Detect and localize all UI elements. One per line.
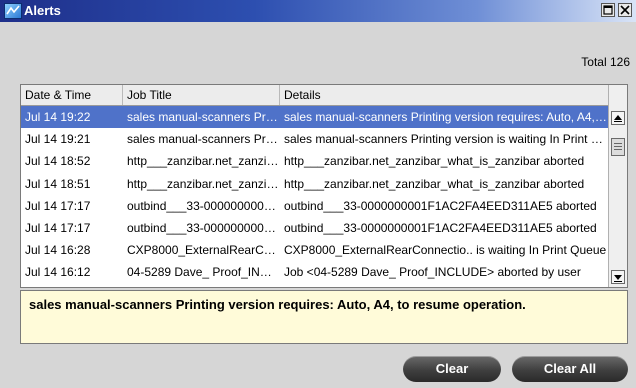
vertical-scrollbar[interactable] xyxy=(608,85,627,287)
table-row[interactable]: Jul 14 18:51 http___zanzibar.net_zanziba… xyxy=(21,173,608,195)
cell-date: Jul 14 16:12 xyxy=(25,265,91,280)
column-header-date[interactable]: Date & Time xyxy=(21,85,123,105)
cell-date: Jul 14 18:52 xyxy=(25,154,91,169)
cell-date: Jul 14 17:17 xyxy=(25,198,91,213)
cell-job-title: sales manual-scanners Printing version r… xyxy=(127,110,280,124)
title-bar[interactable]: Alerts xyxy=(0,0,636,22)
cell-details: http___zanzibar.net_zanzibar_what_is_zan… xyxy=(284,154,585,169)
table-row[interactable]: Jul 14 18:52 http___zanzibar.net_zanziba… xyxy=(21,150,608,172)
alerts-table[interactable]: Date & Time Job Title Details Jul 14 19:… xyxy=(20,84,628,288)
cell-date: Jul 14 16:28 xyxy=(25,243,91,258)
total-count: Total 126 xyxy=(581,55,630,69)
table-row[interactable]: Jul 14 17:17 outbind___33-0000000001F1AC… xyxy=(21,217,608,239)
table-row[interactable]: Jul 14 17:17 outbind___33-0000000001F1AC… xyxy=(21,195,608,217)
cell-job-title: outbind___33-0000000001F1AC2FA4EED311AE5 xyxy=(127,220,280,235)
cell-details: sales manual-scanners Printing version r… xyxy=(284,110,608,124)
cell-details: sales manual-scanners Printing version i… xyxy=(284,132,608,147)
table-row[interactable]: Jul 14 19:21 sales manual-scanners Print… xyxy=(21,128,608,150)
cell-job-title: sales manual-scanners Printing version xyxy=(127,132,280,147)
cell-job-title: outbind___33-0000000001F1AC2FA4EED311AE5 xyxy=(127,198,280,213)
restore-icon[interactable] xyxy=(601,3,615,17)
cell-job-title: http___zanzibar.net_zanzibar_what_is_zan… xyxy=(127,176,280,191)
scroll-up-icon[interactable] xyxy=(611,111,625,125)
cell-date: Jul 14 18:51 xyxy=(25,176,91,191)
cell-details: outbind___33-0000000001F1AC2FA4EED311AE5… xyxy=(284,220,597,235)
clear-button[interactable]: Clear xyxy=(403,356,501,382)
table-rows: Jul 14 19:22 sales manual-scanners Print… xyxy=(21,106,608,284)
window-title: Alerts xyxy=(24,3,61,18)
cell-job-title: 04-5289 Dave_ Proof_INCLUDE xyxy=(127,265,280,280)
cell-job-title: CXP8000_ExternalRearConnection xyxy=(127,243,280,258)
cell-date: Jul 14 17:17 xyxy=(25,220,91,235)
cell-details: http___zanzibar.net_zanzibar_what_is_zan… xyxy=(284,176,585,191)
table-header: Date & Time Job Title Details xyxy=(21,85,608,106)
table-row[interactable]: Jul 14 16:28 CXP8000_ExternalRearConnect… xyxy=(21,239,608,261)
column-header-job-title[interactable]: Job Title xyxy=(123,85,280,105)
table-row[interactable]: Jul 14 19:22 sales manual-scanners Print… xyxy=(21,106,608,129)
cell-date: Jul 14 19:22 xyxy=(25,110,91,124)
cell-details: Job <04-5289 Dave_ Proof_INCLUDE> aborte… xyxy=(284,265,581,280)
cell-details: outbind___33-0000000001F1AC2FA4EED311AE5… xyxy=(284,198,597,213)
alerts-app-icon xyxy=(4,3,22,19)
clear-all-button[interactable]: Clear All xyxy=(512,356,628,382)
cell-job-title: http___zanzibar.net_zanzibar_what_is_zan… xyxy=(127,154,280,169)
cell-date: Jul 14 19:21 xyxy=(25,132,91,147)
scroll-down-icon[interactable] xyxy=(611,270,625,284)
column-header-details[interactable]: Details xyxy=(280,85,608,105)
alert-message: sales manual-scanners Printing version r… xyxy=(20,290,628,344)
table-row[interactable]: Jul 14 16:12 04-5289 Dave_ Proof_INCLUDE… xyxy=(21,261,608,283)
cell-details: CXP8000_ExternalRearConnectio.. is waiti… xyxy=(284,243,607,258)
scroll-thumb[interactable] xyxy=(611,138,625,156)
close-icon[interactable] xyxy=(618,3,632,17)
